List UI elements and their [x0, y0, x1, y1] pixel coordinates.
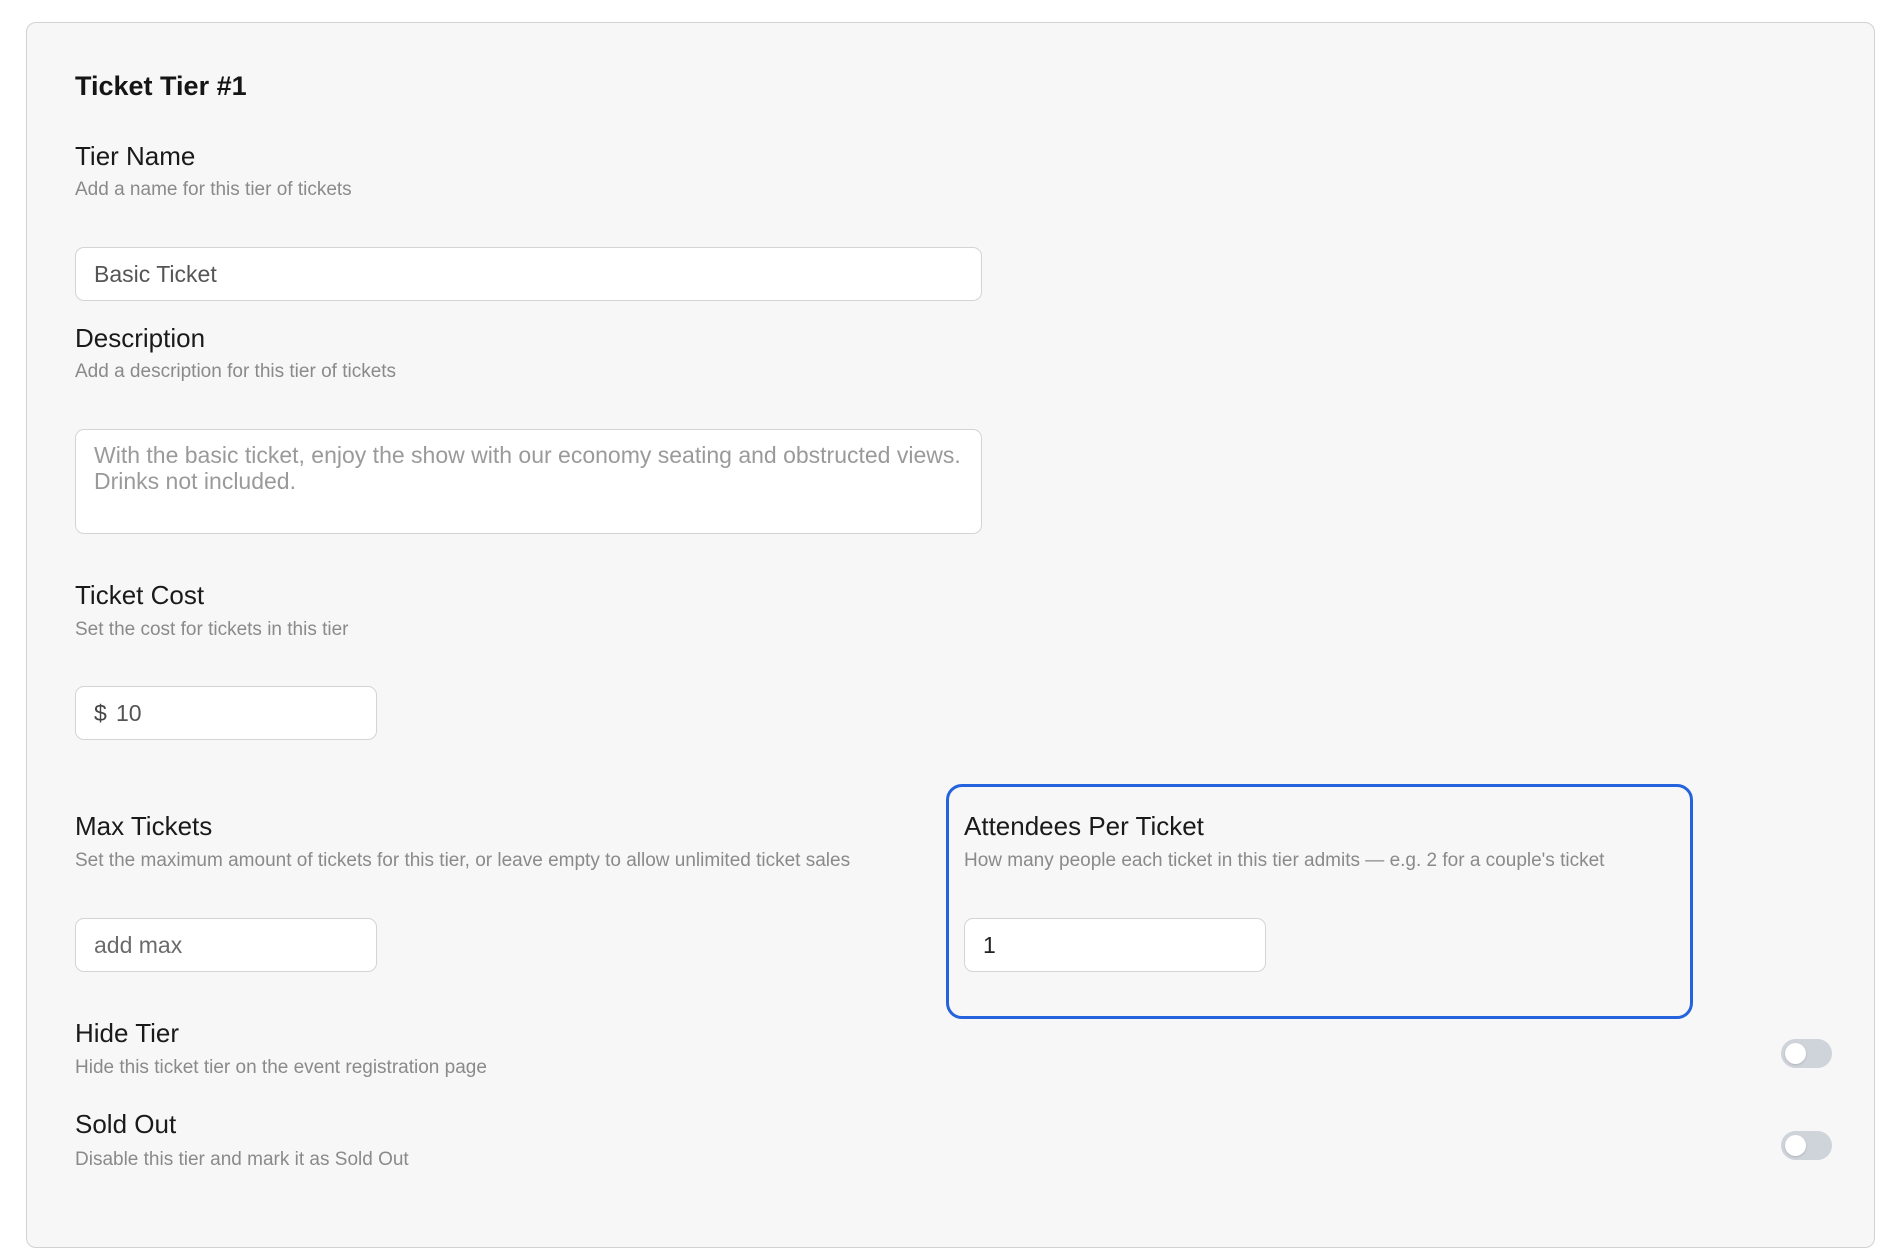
- description-help: Add a description for this tier of ticke…: [75, 361, 397, 382]
- sold-out-toggle[interactable]: [1781, 1131, 1832, 1160]
- max-tickets-label: Max Tickets: [75, 811, 213, 841]
- ticket-cost-help: Set the cost for tickets in this tier: [75, 619, 349, 640]
- tier-name-label: Tier Name: [75, 141, 196, 171]
- toggle-knob: [1785, 1043, 1806, 1064]
- description-label: Description: [75, 323, 206, 353]
- toggle-knob: [1785, 1135, 1806, 1156]
- ticket-cost-input[interactable]: [116, 699, 346, 727]
- max-tickets-help: Set the maximum amount of tickets for th…: [75, 850, 851, 871]
- attendees-label: Attendees Per Ticket: [964, 811, 1204, 841]
- attendees-input[interactable]: [964, 918, 1266, 972]
- description-textarea[interactable]: [75, 429, 982, 534]
- ticket-cost-field[interactable]: $: [75, 686, 377, 740]
- ticket-tier-card: Ticket Tier #1 Tier Name Add a name for …: [26, 22, 1875, 1248]
- hide-tier-toggle[interactable]: [1781, 1039, 1832, 1068]
- ticket-cost-label: Ticket Cost: [75, 580, 205, 610]
- sold-out-help: Disable this tier and mark it as Sold Ou…: [75, 1149, 409, 1170]
- attendees-help: How many people each ticket in this tier…: [964, 850, 1605, 871]
- tier-name-help: Add a name for this tier of tickets: [75, 179, 352, 200]
- tier-name-input[interactable]: [75, 247, 982, 301]
- currency-symbol: $: [94, 699, 107, 726]
- max-tickets-input[interactable]: [75, 918, 377, 972]
- hide-tier-label: Hide Tier: [75, 1018, 180, 1048]
- tier-title: Ticket Tier #1: [75, 71, 247, 101]
- sold-out-label: Sold Out: [75, 1109, 177, 1139]
- hide-tier-help: Hide this ticket tier on the event regis…: [75, 1057, 487, 1078]
